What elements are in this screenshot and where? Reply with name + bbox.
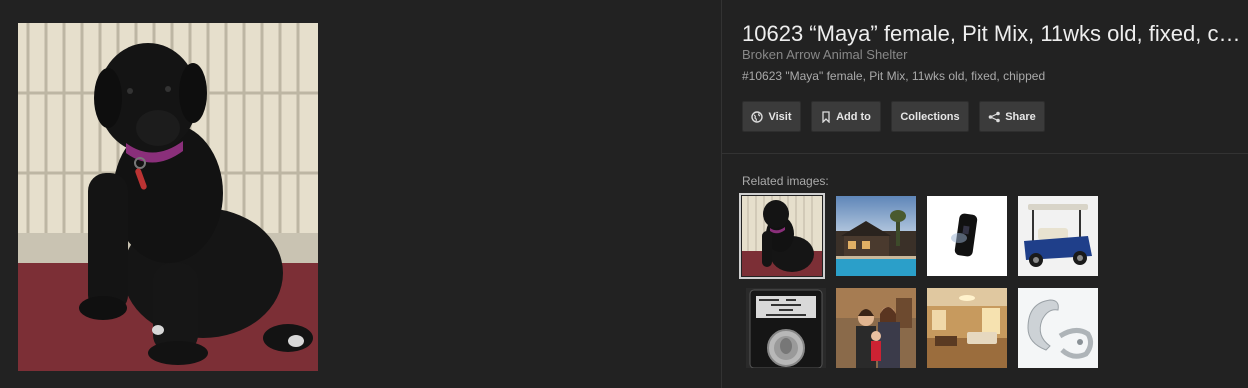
visit-button[interactable]: Visit — [742, 101, 801, 132]
add-to-label: Add to — [836, 110, 871, 123]
related-thumb-pool-house[interactable] — [836, 196, 916, 276]
related-images-label: Related images: — [742, 174, 829, 188]
visit-label: Visit — [768, 110, 792, 123]
main-image[interactable] — [18, 23, 318, 371]
related-thumb-black-puppy[interactable] — [739, 193, 825, 279]
detail-panel: 10623 “Maya” female, Pit Mix, 11wks old,… — [722, 0, 1248, 388]
image-description: #10623 "Maya" female, Pit Mix, 11wks old… — [742, 69, 1046, 83]
puppy-photo — [18, 23, 318, 371]
related-thumb-golf-cart[interactable] — [1018, 196, 1098, 276]
section-divider — [722, 153, 1248, 154]
collections-label: Collections — [900, 110, 960, 123]
add-to-button[interactable]: Add to — [811, 101, 881, 132]
related-thumb-black-device[interactable] — [927, 196, 1007, 276]
image-source[interactable]: Broken Arrow Animal Shelter — [742, 47, 907, 62]
related-thumb-family-photo[interactable] — [836, 288, 916, 368]
related-thumb-coin-slab[interactable] — [746, 288, 826, 368]
image-title[interactable]: 10623 “Maya” female, Pit Mix, 11wks old,… — [742, 20, 1244, 47]
related-thumb-living-room[interactable] — [927, 288, 1007, 368]
globe-icon — [751, 110, 764, 123]
share-label: Share — [1005, 110, 1036, 123]
bookmark-icon — [821, 110, 831, 123]
related-thumb-silver-earring[interactable] — [1018, 288, 1098, 368]
collections-button[interactable]: Collections — [891, 101, 969, 132]
share-icon — [988, 111, 1001, 123]
share-button[interactable]: Share — [979, 101, 1045, 132]
